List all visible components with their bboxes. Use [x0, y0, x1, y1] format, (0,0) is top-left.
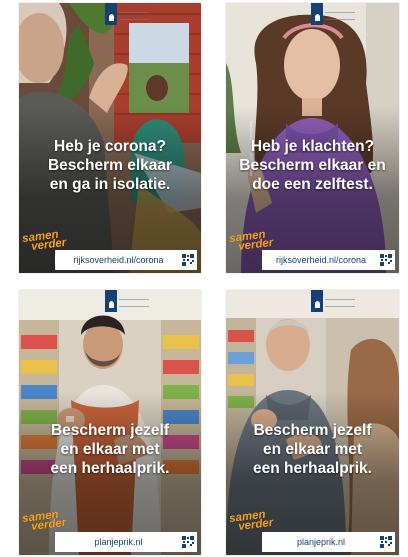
message-line: Bescherm elkaar en: [239, 157, 386, 174]
message-line: Bescherm elkaar: [47, 157, 173, 174]
samen-verder-logo: samen verder: [22, 509, 67, 533]
qr-code-icon: [380, 536, 392, 548]
samen-verder-logo: samen verder: [229, 509, 274, 533]
qr-code-icon: [182, 254, 194, 266]
campaign-url: planjeprik.nl: [296, 537, 346, 547]
campaign-url: rijksoverheid.nl/corona: [275, 255, 367, 265]
rijksoverheid-logo: [105, 290, 117, 312]
message-line: Bescherm jezelf: [50, 422, 170, 439]
footer-bar: rijksoverheid.nl/corona: [55, 250, 197, 270]
footer-bar: rijksoverheid.nl/corona: [262, 250, 395, 270]
rijksoverheid-lion-icon: [108, 301, 114, 308]
campaign-url: rijksoverheid.nl/corona: [73, 255, 164, 265]
message-line: en elkaar met: [60, 441, 160, 458]
qr-code-icon: [380, 254, 392, 266]
footer-bar: planjeprik.nl: [55, 532, 197, 552]
samen-verder-logo: samen verder: [22, 229, 67, 253]
rijksoverheid-lion-icon: [314, 301, 320, 308]
campaign-url: planjeprik.nl: [94, 537, 143, 547]
footer-bar: planjeprik.nl: [262, 532, 395, 552]
message-line: doe een zelftest.: [252, 176, 373, 193]
message-line: een herhaalprik.: [253, 460, 372, 477]
poster-booster-shot-shop-worker: Bescherm jezelf en elkaar met een herhaa…: [19, 290, 201, 555]
message-line: Heb je corona?: [54, 138, 166, 155]
logo-wordmark: [119, 299, 149, 307]
message-line: een herhaalprik.: [50, 460, 170, 477]
campaign-message: Bescherm jezelf en elkaar met een herhaa…: [226, 421, 399, 478]
poster-symptoms-selftest: Heb je klachten? Bescherm elkaar en doe …: [226, 3, 399, 273]
rijksoverheid-lion-icon: [314, 14, 320, 21]
rijksoverheid-logo: [311, 3, 323, 25]
rijksoverheid-lion-icon: [108, 14, 114, 21]
campaign-message: Heb je corona? Bescherm elkaar en ga in …: [19, 137, 201, 194]
samen-verder-logo: samen verder: [229, 229, 274, 253]
qr-code-icon: [182, 536, 194, 548]
rijksoverheid-logo: [311, 290, 323, 312]
message-line: Bescherm jezelf: [253, 422, 372, 439]
logo-wordmark: [325, 12, 355, 20]
poster-booster-shot-older-man: Bescherm jezelf en elkaar met een herhaa…: [226, 290, 399, 555]
logo-wordmark: [119, 12, 149, 20]
campaign-message: Heb je klachten? Bescherm elkaar en doe …: [226, 137, 399, 194]
logo-wordmark: [325, 299, 355, 307]
message-line: en elkaar met: [262, 441, 363, 458]
message-line: en ga in isolatie.: [49, 176, 171, 193]
campaign-message: Bescherm jezelf en elkaar met een herhaa…: [19, 421, 201, 478]
poster-corona-isolation: Heb je corona? Bescherm elkaar en ga in …: [19, 3, 201, 273]
message-line: Heb je klachten?: [250, 138, 375, 155]
rijksoverheid-logo: [105, 3, 117, 25]
